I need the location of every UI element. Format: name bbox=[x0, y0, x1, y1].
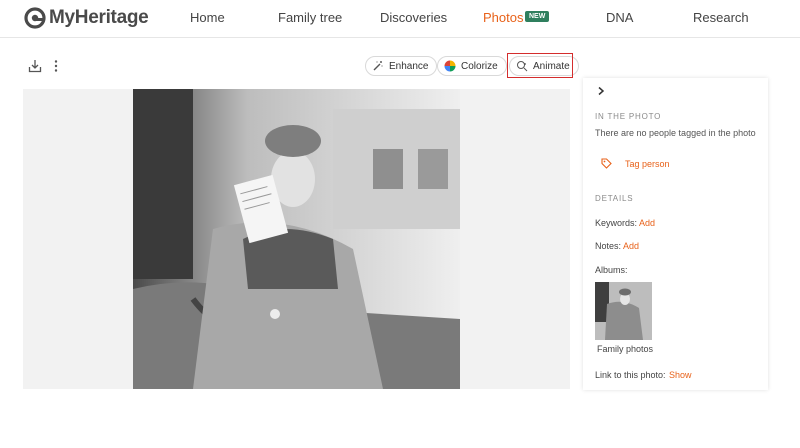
album-name[interactable]: Family photos bbox=[597, 344, 653, 354]
notes-label: Notes: bbox=[595, 241, 622, 251]
enhance-label: Enhance bbox=[389, 60, 429, 72]
colorize-label: Colorize bbox=[461, 60, 498, 72]
color-wheel-icon bbox=[444, 60, 456, 72]
details-heading: DETAILS bbox=[595, 194, 634, 203]
download-icon[interactable] bbox=[28, 59, 42, 73]
keywords-label: Keywords: bbox=[595, 218, 638, 228]
show-link[interactable]: Show bbox=[669, 370, 692, 380]
nav-discoveries[interactable]: Discoveries bbox=[380, 10, 447, 25]
link-to-photo-label: Link to this photo: bbox=[595, 370, 666, 380]
nav-dna[interactable]: DNA bbox=[606, 10, 633, 25]
nav-family-tree[interactable]: Family tree bbox=[278, 10, 342, 25]
myheritage-logo[interactable]: MyHeritage bbox=[24, 7, 149, 29]
in-photo-heading: IN THE PHOTO bbox=[595, 112, 662, 121]
nav-research[interactable]: Research bbox=[693, 10, 749, 25]
nav-photos[interactable]: Photos bbox=[483, 10, 523, 25]
nav-home[interactable]: Home bbox=[190, 10, 225, 25]
animate-highlight-box bbox=[507, 53, 573, 78]
albums-label: Albums: bbox=[595, 265, 628, 275]
no-people-text: There are no people tagged in the photo bbox=[595, 128, 756, 138]
album-thumbnail-photo bbox=[595, 282, 652, 340]
more-options-icon[interactable] bbox=[49, 59, 63, 73]
tag-person-link[interactable]: Tag person bbox=[625, 159, 670, 169]
photo-info-sidebar: IN THE PHOTO There are no people tagged … bbox=[583, 78, 768, 390]
enhance-button[interactable]: Enhance bbox=[365, 56, 438, 76]
chevron-right-icon[interactable] bbox=[596, 86, 606, 96]
colorize-button[interactable]: Colorize bbox=[437, 56, 507, 76]
new-badge: NEW bbox=[525, 11, 550, 22]
keywords-add-link[interactable]: Add bbox=[639, 218, 655, 228]
magic-wand-icon bbox=[373, 61, 383, 71]
tag-icon bbox=[601, 158, 612, 169]
main-photo[interactable] bbox=[133, 89, 460, 389]
photo-woman-in-coat bbox=[133, 89, 460, 389]
album-thumbnail[interactable] bbox=[595, 282, 652, 340]
logo-text: MyHeritage bbox=[49, 7, 149, 28]
top-navigation-bar: MyHeritage Home Family tree Discoveries … bbox=[0, 0, 800, 38]
notes-add-link[interactable]: Add bbox=[623, 241, 639, 251]
myheritage-logo-icon bbox=[24, 7, 46, 29]
